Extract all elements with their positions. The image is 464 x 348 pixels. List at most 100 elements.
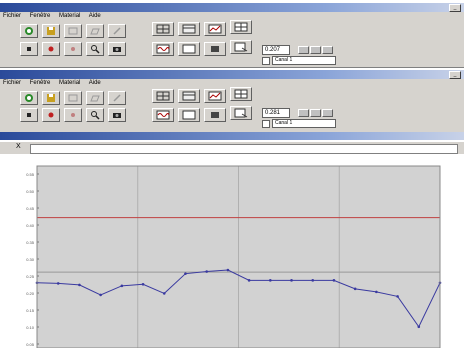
y-tick-label: 0.55	[26, 172, 35, 177]
wave-button[interactable]	[152, 42, 174, 56]
grid-icon	[156, 24, 170, 34]
record-icon	[48, 46, 54, 52]
stop-button[interactable]	[20, 42, 38, 56]
camera-button[interactable]	[108, 108, 126, 122]
y-tick-label: 0.05	[26, 342, 35, 347]
zoom-icon	[91, 45, 100, 54]
channel-checkbox[interactable]	[262, 120, 270, 128]
y-tick-label: 0.20	[26, 291, 35, 296]
open-button[interactable]	[86, 24, 104, 38]
y-tick-label: 0.35	[26, 240, 35, 245]
menu-help[interactable]: Aide	[89, 13, 101, 19]
y-tick-label: 0.30	[26, 257, 35, 262]
menu-window[interactable]: Fenêtre	[30, 13, 51, 19]
marker-button[interactable]	[204, 108, 226, 122]
edit-button[interactable]	[108, 24, 126, 38]
chart-icon	[208, 24, 222, 34]
stop-button[interactable]	[20, 108, 38, 122]
measurement-readout: 0.281	[262, 108, 290, 118]
disk-button[interactable]	[64, 24, 82, 38]
record-button[interactable]	[42, 108, 60, 122]
open-icon	[90, 28, 100, 35]
channel-checkbox[interactable]	[262, 57, 270, 65]
table-icon	[182, 91, 196, 101]
title-bar: _	[0, 70, 464, 79]
menu-material[interactable]: Material	[59, 13, 80, 19]
camera-icon	[113, 47, 121, 52]
graph-address-field[interactable]	[30, 144, 458, 154]
disk-icon	[68, 27, 78, 35]
window-button[interactable]	[178, 108, 200, 122]
y-tick-label: 0.50	[26, 189, 35, 194]
edit-icon	[113, 27, 121, 35]
export-button[interactable]	[230, 106, 252, 120]
table-button[interactable]	[178, 89, 200, 103]
menu-window[interactable]: Fenêtre	[30, 80, 51, 86]
disk-icon	[68, 94, 78, 102]
menu-file[interactable]: Fichier	[3, 13, 21, 19]
graph-window: X 0.55 0.50 0.45 0.40 0.35 0.30 0.25 0.20 0.15 0.…	[0, 132, 464, 348]
grid-button[interactable]	[152, 89, 174, 103]
zoom-icon	[91, 111, 100, 120]
grid-icon	[156, 91, 170, 101]
zoom-button[interactable]	[86, 42, 104, 56]
grid-button[interactable]	[152, 22, 174, 36]
readout-button-b[interactable]	[310, 46, 321, 54]
wave-icon	[156, 44, 170, 54]
layout-button[interactable]	[230, 87, 252, 101]
window-button[interactable]	[178, 42, 200, 56]
pause-icon	[71, 47, 75, 51]
wave-button[interactable]	[152, 108, 174, 122]
pause-button[interactable]	[64, 42, 82, 56]
pause-button[interactable]	[64, 108, 82, 122]
table-icon	[182, 24, 196, 34]
layout-icon	[234, 89, 248, 99]
recorder-icon	[25, 27, 33, 35]
graph-toolbar: X	[0, 142, 464, 154]
data-point	[141, 283, 145, 286]
readout-button-c[interactable]	[322, 109, 333, 117]
data-point	[332, 279, 336, 282]
readout-button-c[interactable]	[322, 46, 333, 54]
table-button[interactable]	[178, 22, 200, 36]
data-point	[162, 292, 166, 295]
recorder-button[interactable]	[20, 24, 38, 38]
export-icon	[234, 108, 248, 118]
data-point	[205, 270, 208, 273]
data-point	[375, 290, 378, 294]
window-icon	[182, 110, 196, 120]
menu-material[interactable]: Material	[59, 80, 80, 86]
readout-button-b[interactable]	[310, 109, 321, 117]
window-control-button[interactable]: _	[449, 4, 461, 12]
data-point	[226, 268, 230, 272]
y-tick-label: 0.10	[26, 325, 35, 330]
export-button[interactable]	[230, 40, 252, 54]
camera-button[interactable]	[108, 42, 126, 56]
marker-button[interactable]	[204, 42, 226, 56]
recorder-button[interactable]	[20, 91, 38, 105]
camera-icon	[113, 113, 121, 118]
edit-icon	[113, 94, 121, 102]
y-tick-label: 0.45	[26, 206, 35, 211]
zoom-button[interactable]	[86, 108, 104, 122]
channel-select[interactable]: Canal 1	[272, 119, 336, 128]
record-button[interactable]	[42, 42, 60, 56]
chart-button[interactable]	[204, 89, 226, 103]
disk-button[interactable]	[64, 91, 82, 105]
save-button[interactable]	[42, 91, 60, 105]
readout-button-a[interactable]	[298, 109, 309, 117]
pause-icon	[71, 113, 75, 117]
edit-button[interactable]	[108, 91, 126, 105]
readout-button-a[interactable]	[298, 46, 309, 54]
menu-help[interactable]: Aide	[89, 80, 101, 86]
export-icon	[234, 42, 248, 52]
save-button[interactable]	[42, 24, 60, 38]
window-control-button[interactable]: _	[449, 71, 461, 79]
stop-icon	[27, 47, 31, 51]
channel-select[interactable]: Canal 1	[272, 56, 336, 65]
save-icon	[47, 27, 55, 35]
layout-button[interactable]	[230, 20, 252, 34]
open-button[interactable]	[86, 91, 104, 105]
menu-file[interactable]: Fichier	[3, 80, 21, 86]
chart-button[interactable]	[204, 22, 226, 36]
